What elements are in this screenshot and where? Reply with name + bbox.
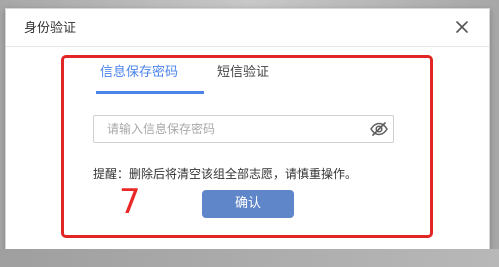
dialog-header: 身份验证	[6, 9, 489, 47]
active-tab-indicator	[96, 91, 204, 94]
password-visibility-toggle[interactable]	[368, 120, 390, 138]
password-input[interactable]	[94, 116, 369, 142]
identity-verification-dialog: 身份验证 信息保存密码 短信验证 提醒：删除后将清空该组全部志愿，请慎重操作。 …	[5, 8, 490, 250]
tab-info-save-password[interactable]: 信息保存密码	[100, 66, 178, 79]
confirm-button[interactable]: 确认	[202, 190, 294, 218]
tab-sms-verification[interactable]: 短信验证	[217, 66, 269, 79]
delete-warning-text: 提醒：删除后将清空该组全部志愿，请慎重操作。	[93, 167, 358, 181]
close-icon	[456, 21, 468, 33]
password-field	[93, 115, 394, 143]
annotation-number: 7	[119, 182, 141, 222]
bottom-backdrop-strip	[0, 249, 499, 267]
dialog-title: 身份验证	[24, 21, 77, 36]
close-button[interactable]	[452, 17, 472, 37]
eye-slash-icon	[370, 122, 388, 136]
